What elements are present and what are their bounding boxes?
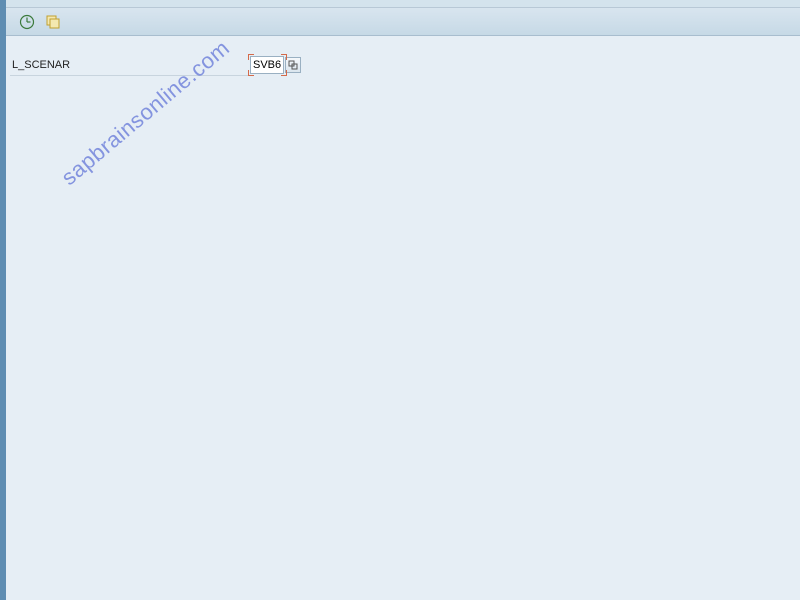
field-row: L_SCENAR bbox=[10, 54, 796, 76]
focus-bracket bbox=[248, 54, 254, 60]
execute-button[interactable] bbox=[18, 13, 36, 31]
toolbar bbox=[6, 8, 800, 36]
window-left-border bbox=[0, 0, 6, 600]
multiple-selection-button[interactable] bbox=[285, 57, 301, 73]
field-label: L_SCENAR bbox=[10, 54, 250, 76]
selection-screen: L_SCENAR bbox=[6, 36, 800, 600]
focus-bracket bbox=[281, 54, 287, 60]
focus-bracket bbox=[248, 70, 254, 76]
field-input-container bbox=[250, 56, 301, 74]
variant-icon bbox=[45, 14, 61, 30]
scenario-input[interactable] bbox=[250, 56, 284, 74]
topbar-strip bbox=[0, 0, 800, 8]
focus-bracket bbox=[281, 70, 287, 76]
get-variant-button[interactable] bbox=[44, 13, 62, 31]
multiple-selection-icon bbox=[288, 60, 298, 70]
execute-icon bbox=[19, 14, 35, 30]
